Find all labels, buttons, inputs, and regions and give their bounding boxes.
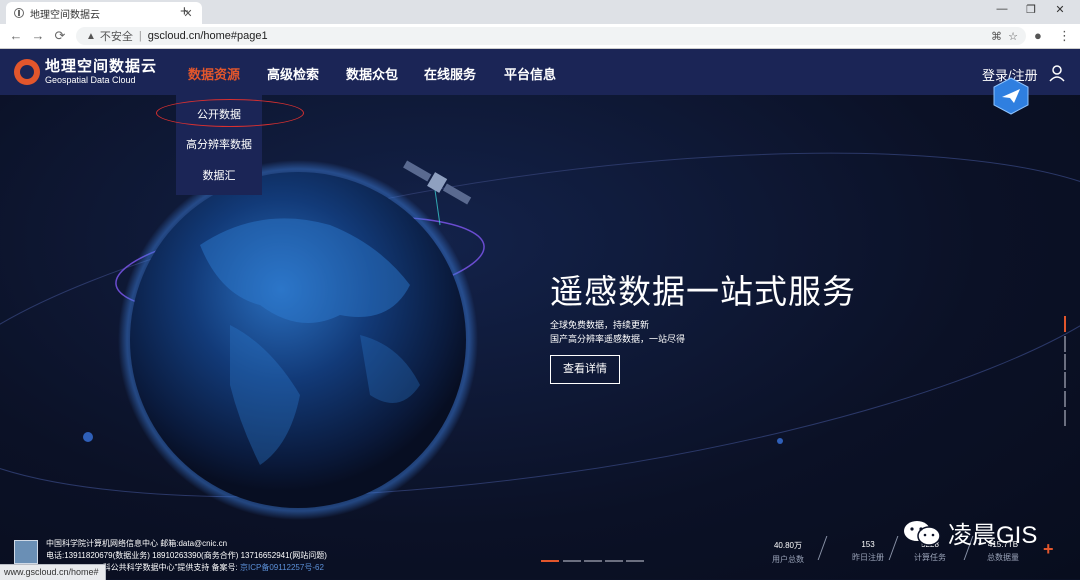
dropdown-item-data-hub[interactable]: 数据汇	[176, 167, 262, 183]
watermark: 凌晨GIS	[902, 515, 1037, 550]
view-details-button[interactable]: 查看详情	[550, 355, 620, 384]
slide-dot-1[interactable]	[541, 560, 559, 562]
user-icon[interactable]	[1048, 64, 1066, 82]
menu-platform-info[interactable]: 平台信息	[504, 64, 556, 83]
plus-icon[interactable]: +	[1043, 539, 1054, 560]
icp-link[interactable]: 京ICP备09112257号-62	[240, 563, 324, 572]
site-logo[interactable]: 地理空间数据云 Geospatial Data Cloud	[14, 59, 157, 85]
hero-subtitle-2: 国产高分辨率遥感数据，一站尽得	[550, 334, 686, 344]
back-icon[interactable]: ←	[8, 28, 24, 43]
address-bar-row: ← → ⟳ ▲ 不安全 | gscloud.cn/home#page1 ⌘ ☆ …	[0, 24, 1080, 49]
menu-advanced-search[interactable]: 高级检索	[267, 64, 319, 83]
slide-dot-4[interactable]	[605, 560, 623, 562]
menu-online-service[interactable]: 在线服务	[424, 64, 476, 83]
hero-subtitle-1: 全球免费数据，持续更新	[550, 320, 650, 330]
close-window-icon[interactable]: ✕	[1050, 3, 1070, 16]
slide-dot-2[interactable]	[563, 560, 581, 562]
browser-status-bar: www.gscloud.cn/home#	[0, 564, 106, 580]
menu-data-crowdsource[interactable]: 数据众包	[346, 64, 398, 83]
browser-tab[interactable]: 地理空间数据云 ✕	[6, 2, 202, 24]
minimize-icon[interactable]: —	[992, 3, 1012, 15]
menu-dots-icon[interactable]: ⋮	[1058, 28, 1071, 44]
globe-icon	[14, 8, 24, 18]
reload-icon[interactable]: ⟳	[52, 28, 68, 44]
profile-icon[interactable]: ●	[1034, 28, 1042, 43]
stat-label: 总数据量	[987, 553, 1019, 562]
url-text[interactable]: gscloud.cn/home#page1	[148, 30, 268, 42]
watermark-text: 凌晨GIS	[948, 522, 1038, 549]
stat-value: 40.80万	[773, 541, 803, 550]
hero-banner	[0, 95, 1080, 579]
menu-data-resources[interactable]: 数据资源	[188, 64, 240, 83]
side-indicator-1[interactable]	[1064, 316, 1066, 332]
translate-icon[interactable]: ⌘ ☆	[991, 30, 1018, 43]
globe-illustration	[0, 152, 1080, 520]
side-indicator-5[interactable]	[1064, 391, 1066, 407]
site-header: 地理空间数据云 Geospatial Data Cloud 数据资源 高级检索 …	[0, 49, 1080, 95]
maximize-icon[interactable]: ❐	[1021, 3, 1041, 16]
logo-cn-text: 地理空间数据云	[45, 58, 158, 75]
wechat-icon	[904, 520, 941, 546]
separator: |	[138, 30, 142, 42]
bird-badge-icon[interactable]	[993, 77, 1029, 115]
slide-dot-3[interactable]	[584, 560, 602, 562]
side-indicator-2[interactable]	[1064, 336, 1066, 352]
footer-line-3: “科公共科学数据中心”提供支持 备案号: 京ICP备09112257号-62	[100, 562, 324, 573]
side-indicator-6[interactable]	[1064, 410, 1066, 426]
forward-icon[interactable]: →	[30, 28, 46, 43]
cas-logo-icon	[14, 540, 38, 564]
side-indicator-3[interactable]	[1064, 354, 1066, 370]
stat-value: 153	[861, 540, 875, 549]
side-indicator-4[interactable]	[1064, 372, 1066, 388]
browser-tab-bar: 地理空间数据云 ✕ + — ❐ ✕	[0, 0, 1080, 24]
dropdown-item-high-res-data[interactable]: 高分辨率数据	[176, 136, 262, 152]
warning-icon: ▲	[86, 30, 96, 42]
hero-title: 遥感数据一站式服务	[550, 273, 856, 310]
highlight-ellipse	[156, 99, 304, 127]
logo-icon	[14, 59, 40, 85]
stat-users: 40.80万 用户总数	[758, 540, 818, 565]
stat-label: 用户总数	[772, 555, 804, 564]
footer-line-3-text: “科公共科学数据中心”提供支持 备案号:	[100, 563, 240, 572]
slide-dot-5[interactable]	[626, 560, 644, 562]
security-label: 不安全	[99, 31, 133, 43]
footer-line-2: 电话:13911820679(数据业务) 18910263390(商务合作) 1…	[46, 551, 327, 560]
tab-title: 地理空间数据云	[30, 9, 100, 21]
logo-en-text: Geospatial Data Cloud	[45, 75, 136, 85]
new-tab-button[interactable]: +	[180, 3, 189, 20]
omnibox[interactable]: ▲ 不安全 | gscloud.cn/home#page1 ⌘ ☆	[76, 27, 1026, 45]
stat-label: 计算任务	[914, 553, 946, 562]
footer-line-1: 中国科学院计算机网络信息中心 邮箱:data@cnic.cn	[46, 539, 228, 548]
